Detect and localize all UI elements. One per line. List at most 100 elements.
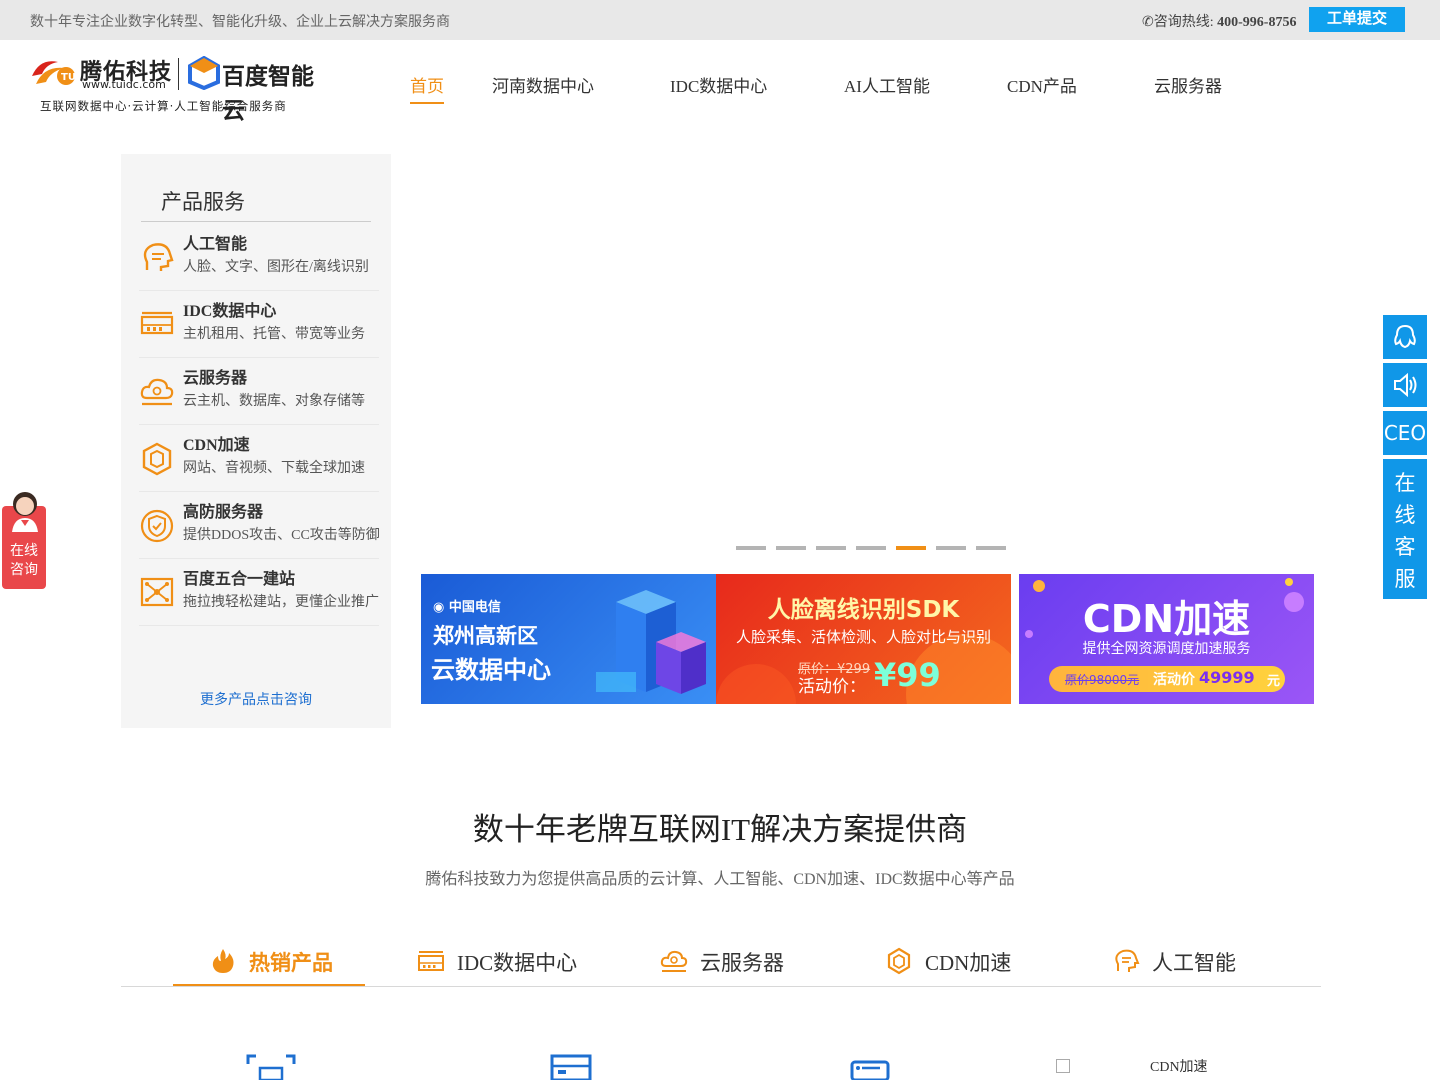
online-service-button[interactable]: 在 线 客 服 — [1383, 459, 1427, 599]
slider-dot[interactable] — [776, 546, 806, 550]
face-sdk-subtitle: 人脸采集、活体检测、人脸对比与识别 — [735, 628, 991, 646]
baidu-cloud-logo-icon — [188, 56, 220, 90]
cdn-activity-price: 49999 — [1199, 668, 1255, 687]
hotline: ✆咨询热线: 400-996-8756 — [1142, 11, 1296, 31]
online-service-char: 在 — [1394, 471, 1416, 495]
telecom-line1: 郑州高新区 — [433, 624, 538, 648]
sidebar-divider — [141, 221, 371, 222]
product-sidebar: 产品服务 人工智能 人脸、文字、图形在/离线识别 IDC数据中心 主机租用、托管… — [121, 154, 391, 728]
left-consult-widget[interactable]: 在线 咨询 — [2, 490, 46, 589]
network-nodes-icon — [140, 577, 174, 607]
banner-telecom-datacenter[interactable]: ◉ 中国电信 郑州高新区 云数据中心 — [421, 574, 716, 704]
server-rack-icon — [418, 951, 444, 971]
ceo-button[interactable]: CEO — [1383, 411, 1427, 455]
product-card-icon-chip — [246, 1054, 296, 1080]
cdn-activity-label: 活动价 — [1153, 672, 1195, 688]
hexagon-icon — [142, 442, 172, 476]
tab-label: 云服务器 — [700, 951, 784, 975]
cloud-gear-icon — [140, 378, 174, 406]
sidebar-item-ddos-server[interactable]: 高防服务器 提供DDOS攻击、CC攻击等防御 — [139, 492, 380, 559]
product-card-icon-card — [850, 1060, 890, 1080]
telecom-line2: 云数据中心 — [431, 656, 551, 684]
sidebar-item-baidu-site[interactable]: 百度五合一建站 拖拉拽轻松建站，更懂企业推广 — [139, 559, 379, 626]
consult-label: 在线 咨询 — [2, 542, 46, 580]
hotline-label: 咨询热线: — [1153, 15, 1214, 30]
product-card-cdn-image: CDN加速 — [1056, 1056, 1208, 1076]
cdn-price-pill: 原价98000元 活动价 49999 元 — [1049, 666, 1285, 692]
cdn-image-alt: CDN加速 — [1150, 1060, 1208, 1075]
sidebar-item-cdn[interactable]: CDN加速 网站、音视频、下载全球加速 — [139, 425, 379, 492]
slider-dot[interactable] — [736, 546, 766, 550]
nav-item-home[interactable]: 首页 — [410, 72, 444, 104]
sidebar-item-name: 人工智能 — [183, 236, 248, 253]
sidebar-item-name: 云服务器 — [183, 370, 248, 387]
nav-item-cloud-server[interactable]: 云服务器 — [1154, 72, 1222, 97]
cdn-banner-subtitle: 提供全网资源调度加速服务 — [1082, 641, 1251, 657]
hotline-number: 400-996-8756 — [1217, 15, 1297, 30]
tab-label: IDC数据中心 — [457, 951, 578, 975]
section-title: 数十年老牌互联网IT解决方案提供商 — [472, 812, 968, 847]
banner-face-sdk[interactable]: 人脸离线识别SDK 人脸采集、活体检测、人脸对比与识别 原价：¥299 活动价：… — [716, 574, 1011, 704]
sidebar-item-ai[interactable]: 人工智能 人脸、文字、图形在/离线识别 — [139, 224, 379, 291]
qq-penguin-icon — [1394, 324, 1416, 349]
more-products-link[interactable]: 更多产品点击咨询 — [121, 689, 391, 709]
slider-dot[interactable] — [936, 546, 966, 550]
cdn-original-price: 原价98000元 — [1065, 673, 1140, 687]
sidebar-item-name: 高防服务器 — [183, 504, 264, 521]
slider-dot[interactable] — [856, 546, 886, 550]
consult-label-line2: 咨询 — [10, 562, 38, 578]
slider-dot-active[interactable] — [896, 546, 926, 550]
ai-head-icon — [143, 243, 174, 271]
voice-button[interactable] — [1383, 363, 1427, 407]
logo-url: www.tuidc.com — [82, 78, 166, 91]
telecom-brand: ◉ 中国电信 — [433, 600, 501, 615]
sidebar-item-name: IDC数据中心 — [183, 303, 277, 320]
sidebar-item-desc: 提供DDOS攻击、CC攻击等防御 — [183, 528, 380, 543]
sidebar-item-name: 百度五合一建站 — [183, 571, 296, 588]
sidebar-item-name: CDN加速 — [183, 437, 250, 454]
hexagon-icon — [887, 947, 911, 975]
nav-item-henan-dc[interactable]: 河南数据中心 — [492, 72, 594, 97]
flame-icon — [212, 949, 234, 973]
phone-icon: ✆ — [1142, 15, 1154, 30]
top-slogan: 数十年专注企业数字化转型、智能化升级、企业上云解决方案服务商 — [30, 15, 450, 30]
nav-item-ai[interactable]: AI人工智能 — [844, 72, 930, 97]
ai-head-icon — [1115, 949, 1140, 972]
face-sdk-activity-price: ¥99 — [874, 656, 941, 694]
sidebar-item-desc: 拖拉拽轻松建站，更懂企业推广 — [183, 595, 379, 610]
online-service-char: 客 — [1394, 535, 1416, 559]
tuidc-logo-icon: TU — [32, 61, 76, 85]
customer-service-avatar — [12, 492, 38, 532]
cloud-gear-icon — [660, 950, 688, 972]
qq-contact-button[interactable] — [1383, 315, 1427, 359]
face-sdk-title: 人脸离线识别SDK — [767, 597, 960, 623]
active-tab-underline — [173, 984, 365, 986]
logo-tagline: 互联网数据中心·云计算·人工智能综合服务商 — [40, 99, 287, 113]
site-logo[interactable]: TU 腾佑科技 www.tuidc.com 百度智能云 互联网数据中心·云计算·… — [30, 52, 335, 124]
isometric-building-illustration — [596, 590, 706, 694]
broken-image-icon — [1056, 1059, 1070, 1073]
sidebar-item-idc[interactable]: IDC数据中心 主机租用、托管、带宽等业务 — [139, 291, 379, 358]
slider-dot[interactable] — [976, 546, 1006, 550]
sidebar-item-desc: 网站、音视频、下载全球加速 — [183, 461, 365, 476]
nav-item-cdn[interactable]: CDN产品 — [1007, 72, 1077, 97]
consult-label-line1: 在线 — [10, 543, 38, 559]
sidebar-item-cloud-server[interactable]: 云服务器 云主机、数据库、对象存储等 — [139, 358, 379, 425]
sidebar-item-desc: 主机租用、托管、带宽等业务 — [183, 327, 365, 342]
speaker-icon — [1394, 372, 1417, 398]
slider-dot[interactable] — [816, 546, 846, 550]
sidebar-item-desc: 云主机、数据库、对象存储等 — [183, 394, 365, 409]
nav-item-idc[interactable]: IDC数据中心 — [670, 72, 767, 97]
online-service-char: 线 — [1394, 503, 1416, 527]
shield-check-icon — [140, 509, 174, 543]
face-sdk-activity-label: 活动价： — [798, 677, 866, 697]
tab-label: 人工智能 — [1152, 951, 1236, 975]
top-bar: 数十年专注企业数字化转型、智能化升级、企业上云解决方案服务商 ✆咨询热线: 40… — [0, 0, 1440, 40]
ticket-submit-button[interactable]: 工单提交 — [1309, 7, 1405, 32]
sidebar-title: 产品服务 — [161, 190, 245, 214]
banner-cdn[interactable]: CDN加速 提供全网资源调度加速服务 原价98000元 活动价 49999 元 — [1019, 574, 1314, 704]
cdn-banner-title: CDN加速 — [1082, 597, 1251, 641]
logo-partner-name: 百度智能云 — [222, 64, 314, 124]
sidebar-item-desc: 人脸、文字、图形在/离线识别 — [183, 260, 369, 275]
tabs-divider — [121, 986, 1321, 987]
